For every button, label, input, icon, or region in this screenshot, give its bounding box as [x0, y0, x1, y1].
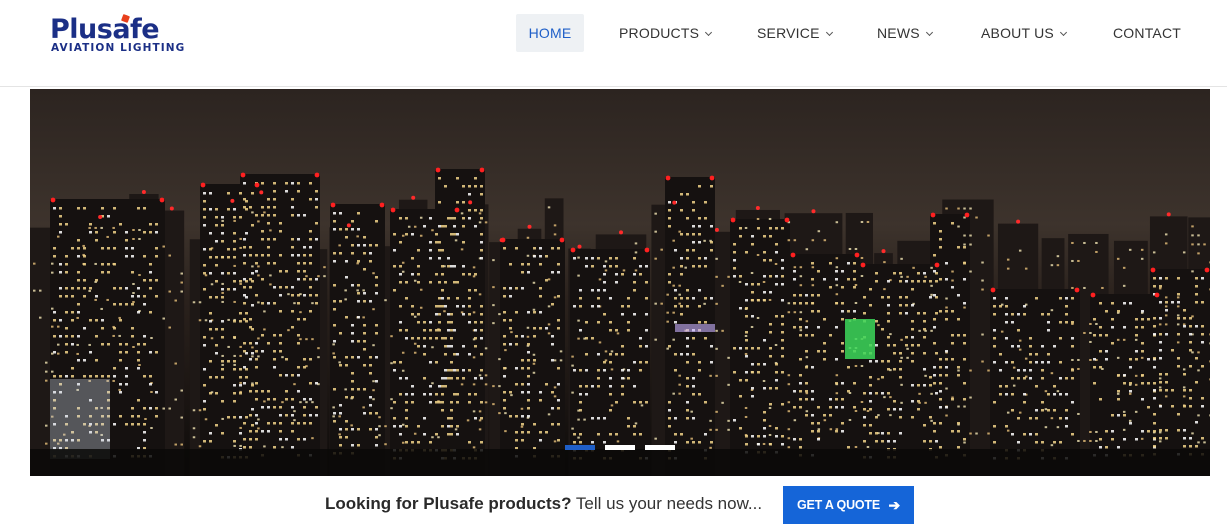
nav-label-contact: CONTACT [1113, 25, 1182, 41]
quote-prompt-text: Tell us your needs now... [571, 494, 763, 513]
hero-slider[interactable] [30, 89, 1210, 476]
city-night-skyline-image [30, 89, 1210, 476]
get-a-quote-label: GET A QUOTE [797, 498, 880, 512]
nav-label-about-us: ABOUT US [981, 25, 1054, 41]
nav-label-news: NEWS [877, 25, 920, 41]
quote-prompt: Looking for Plusafe products? Tell us yo… [325, 494, 762, 514]
quote-prompt-bold: Looking for Plusafe products? [325, 494, 572, 513]
slider-dot-2[interactable] [605, 445, 635, 450]
get-a-quote-button[interactable]: GET A QUOTE ➔ [783, 486, 914, 524]
nav-item-service[interactable]: SERVICE [757, 14, 833, 52]
nav-item-home[interactable]: HOME [516, 14, 584, 52]
chevron-down-icon [1059, 28, 1067, 37]
nav-label-service: SERVICE [757, 25, 820, 41]
arrow-right-icon: ➔ [888, 497, 900, 513]
nav-item-news[interactable]: NEWS [877, 14, 933, 52]
nav-label-products: PRODUCTS [619, 25, 700, 41]
chevron-down-icon [925, 28, 933, 37]
main-nav: HOME PRODUCTS SERVICE NEWS ABOUT US CONT… [0, 14, 1227, 52]
nav-item-products[interactable]: PRODUCTS [619, 14, 713, 52]
slider-pagination [565, 445, 685, 451]
nav-label-home: HOME [528, 25, 572, 41]
chevron-down-icon [705, 28, 713, 37]
slider-dot-3[interactable] [645, 445, 675, 450]
site-header: Plusafe AVIATION LIGHTING HOME PRODUCTS … [0, 0, 1227, 87]
slider-dot-1[interactable] [565, 445, 595, 450]
nav-item-about-us[interactable]: ABOUT US [981, 14, 1067, 52]
nav-item-contact[interactable]: CONTACT [1113, 14, 1181, 52]
chevron-down-icon [825, 28, 833, 37]
